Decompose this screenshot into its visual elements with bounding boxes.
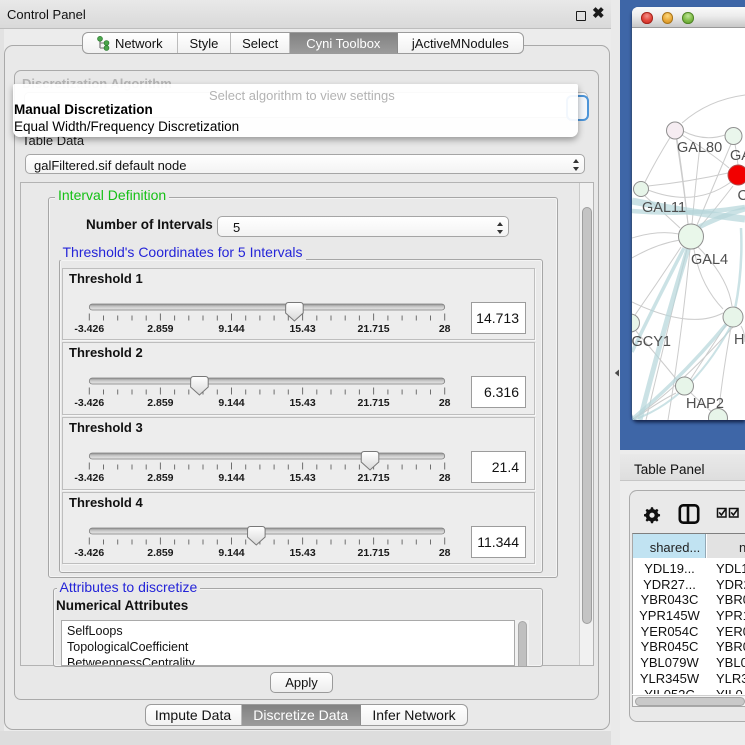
svg-text:-3.426: -3.426 (74, 397, 104, 409)
svg-text:GAL4: GAL4 (691, 252, 728, 268)
svg-text:-3.426: -3.426 (74, 547, 104, 559)
svg-text:HAP2: HAP2 (686, 396, 724, 412)
svg-text:15.43: 15.43 (289, 472, 315, 484)
svg-text:15.43: 15.43 (289, 547, 315, 559)
svg-text:2.859: 2.859 (147, 397, 173, 409)
svg-text:GAL: GAL (730, 148, 745, 164)
svg-text:-3.426: -3.426 (74, 472, 104, 484)
svg-text:C: C (738, 188, 745, 204)
svg-text:21.715: 21.715 (358, 323, 390, 335)
svg-text:28: 28 (439, 397, 451, 409)
svg-text:15.43: 15.43 (289, 323, 315, 335)
svg-text:2.859: 2.859 (147, 472, 173, 484)
svg-text:9.144: 9.144 (218, 397, 244, 409)
svg-text:GAL80: GAL80 (677, 140, 722, 156)
svg-text:28: 28 (439, 472, 451, 484)
svg-text:9.144: 9.144 (218, 323, 244, 335)
svg-text:2.859: 2.859 (147, 547, 173, 559)
svg-text:15.43: 15.43 (289, 397, 315, 409)
svg-text:H: H (734, 332, 744, 348)
svg-text:GAL11: GAL11 (642, 200, 686, 216)
svg-text:2.859: 2.859 (147, 323, 173, 335)
svg-text:21.715: 21.715 (358, 547, 390, 559)
svg-text:GCY1: GCY1 (632, 334, 671, 350)
svg-text:21.715: 21.715 (358, 397, 390, 409)
svg-text:21.715: 21.715 (358, 472, 390, 484)
svg-text:9.144: 9.144 (218, 547, 244, 559)
svg-text:9.144: 9.144 (218, 472, 244, 484)
svg-text:-3.426: -3.426 (74, 323, 104, 335)
svg-text:28: 28 (439, 323, 451, 335)
svg-text:28: 28 (439, 547, 451, 559)
